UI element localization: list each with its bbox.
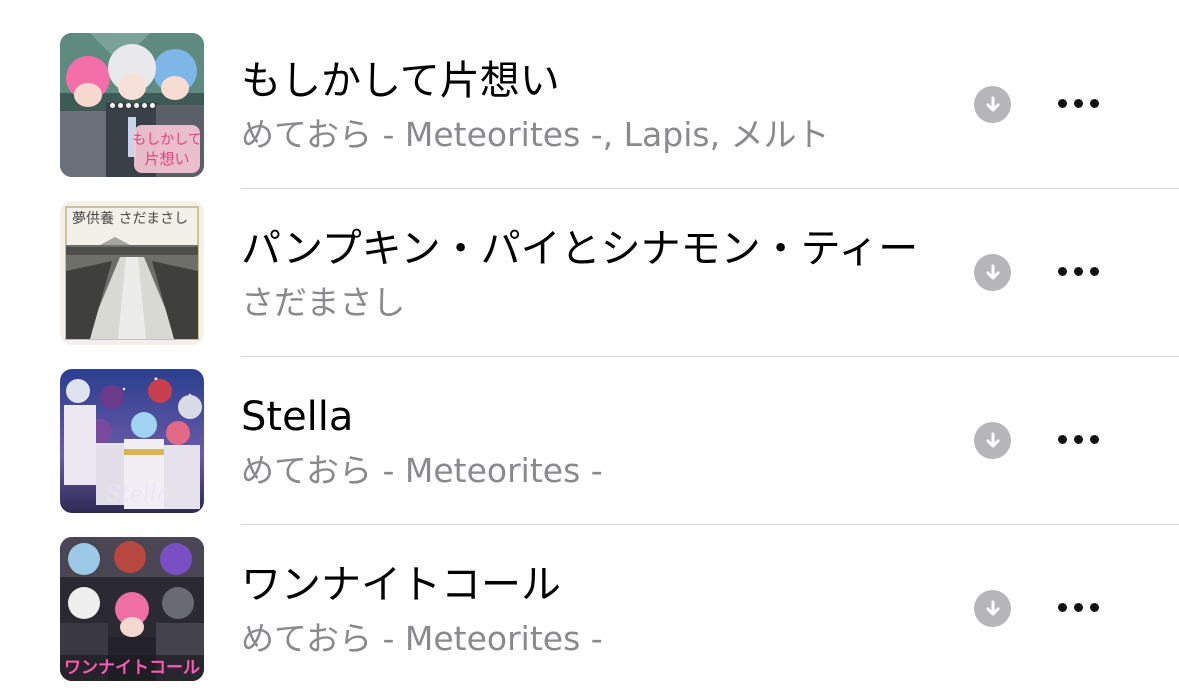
- song-title: もしかして片想い: [241, 58, 560, 104]
- download-arrow-icon: [986, 600, 999, 615]
- download-arrow-icon: [986, 96, 999, 111]
- song-artist: さだまさし: [241, 283, 406, 322]
- download-arrow-icon: [986, 432, 999, 447]
- album-artwork-text: Stella: [106, 482, 170, 507]
- more-options-button[interactable]: [1050, 83, 1106, 123]
- album-artwork-image: もしかして 片想い: [60, 33, 204, 177]
- album-artwork-text: もしかして: [132, 132, 202, 148]
- album-artwork[interactable]: ワンナイトコール: [60, 537, 204, 681]
- album-artwork-text: 夢供養 さだまさし: [72, 210, 188, 227]
- ellipsis-dot: [1057, 98, 1067, 108]
- more-options-button[interactable]: [1050, 587, 1106, 627]
- ellipsis-dot: [1073, 434, 1083, 444]
- song-info: Stella めておら - Meteorites -: [241, 357, 921, 525]
- download-button[interactable]: [974, 86, 1011, 123]
- more-options-button[interactable]: [1050, 419, 1106, 459]
- download-button[interactable]: [974, 422, 1011, 459]
- ellipsis-dot: [1073, 602, 1083, 612]
- ellipsis-dot: [1073, 98, 1083, 108]
- album-artwork-text-line2: 片想い: [144, 150, 189, 168]
- album-artwork[interactable]: もしかして 片想い: [60, 33, 204, 177]
- download-arrow-icon: [986, 264, 999, 279]
- album-artwork-text: ワンナイトコール: [64, 658, 200, 678]
- song-row[interactable]: もしかして 片想い もしかして片想い めておら - Meteorites -, …: [0, 21, 1179, 189]
- download-button[interactable]: [974, 590, 1011, 627]
- ellipsis-dot: [1057, 602, 1067, 612]
- album-artwork[interactable]: 夢供養 さだまさし: [60, 201, 204, 345]
- ellipsis-dot: [1089, 602, 1099, 612]
- song-row[interactable]: 夢供養 さだまさし パンプキン・パイとシナモン・ティー さだまさし: [0, 189, 1179, 357]
- ellipsis-dot: [1057, 266, 1067, 276]
- album-artwork[interactable]: Stella: [60, 369, 204, 513]
- song-list: もしかして 片想い もしかして片想い めておら - Meteorites -, …: [0, 0, 1179, 691]
- album-artwork-image: ワンナイトコール: [60, 537, 204, 681]
- more-options-button[interactable]: [1050, 251, 1106, 291]
- song-artist: めておら - Meteorites -: [241, 451, 603, 490]
- song-artist: めておら - Meteorites -: [241, 619, 603, 658]
- song-title: パンプキン・パイとシナモン・ティー: [241, 226, 919, 272]
- song-info: もしかして片想い めておら - Meteorites -, Lapis, メルト: [241, 21, 921, 189]
- ellipsis-dot: [1057, 434, 1067, 444]
- ellipsis-dot: [1089, 98, 1099, 108]
- song-row[interactable]: Stella Stella めておら - Meteorites -: [0, 357, 1179, 525]
- album-artwork-image: 夢供養 さだまさし: [60, 201, 204, 345]
- song-row[interactable]: ワンナイトコール ワンナイトコール めておら - Meteorites -: [0, 525, 1179, 691]
- song-info: パンプキン・パイとシナモン・ティー さだまさし: [241, 189, 921, 357]
- song-title: Stella: [241, 394, 354, 440]
- ellipsis-dot: [1073, 266, 1083, 276]
- song-artist: めておら - Meteorites -, Lapis, メルト: [241, 115, 830, 154]
- song-info: ワンナイトコール めておら - Meteorites -: [241, 525, 921, 691]
- download-button[interactable]: [974, 254, 1011, 291]
- ellipsis-dot: [1089, 266, 1099, 276]
- album-artwork-image: Stella: [60, 369, 204, 513]
- song-title: ワンナイトコール: [241, 562, 561, 608]
- ellipsis-dot: [1089, 434, 1099, 444]
